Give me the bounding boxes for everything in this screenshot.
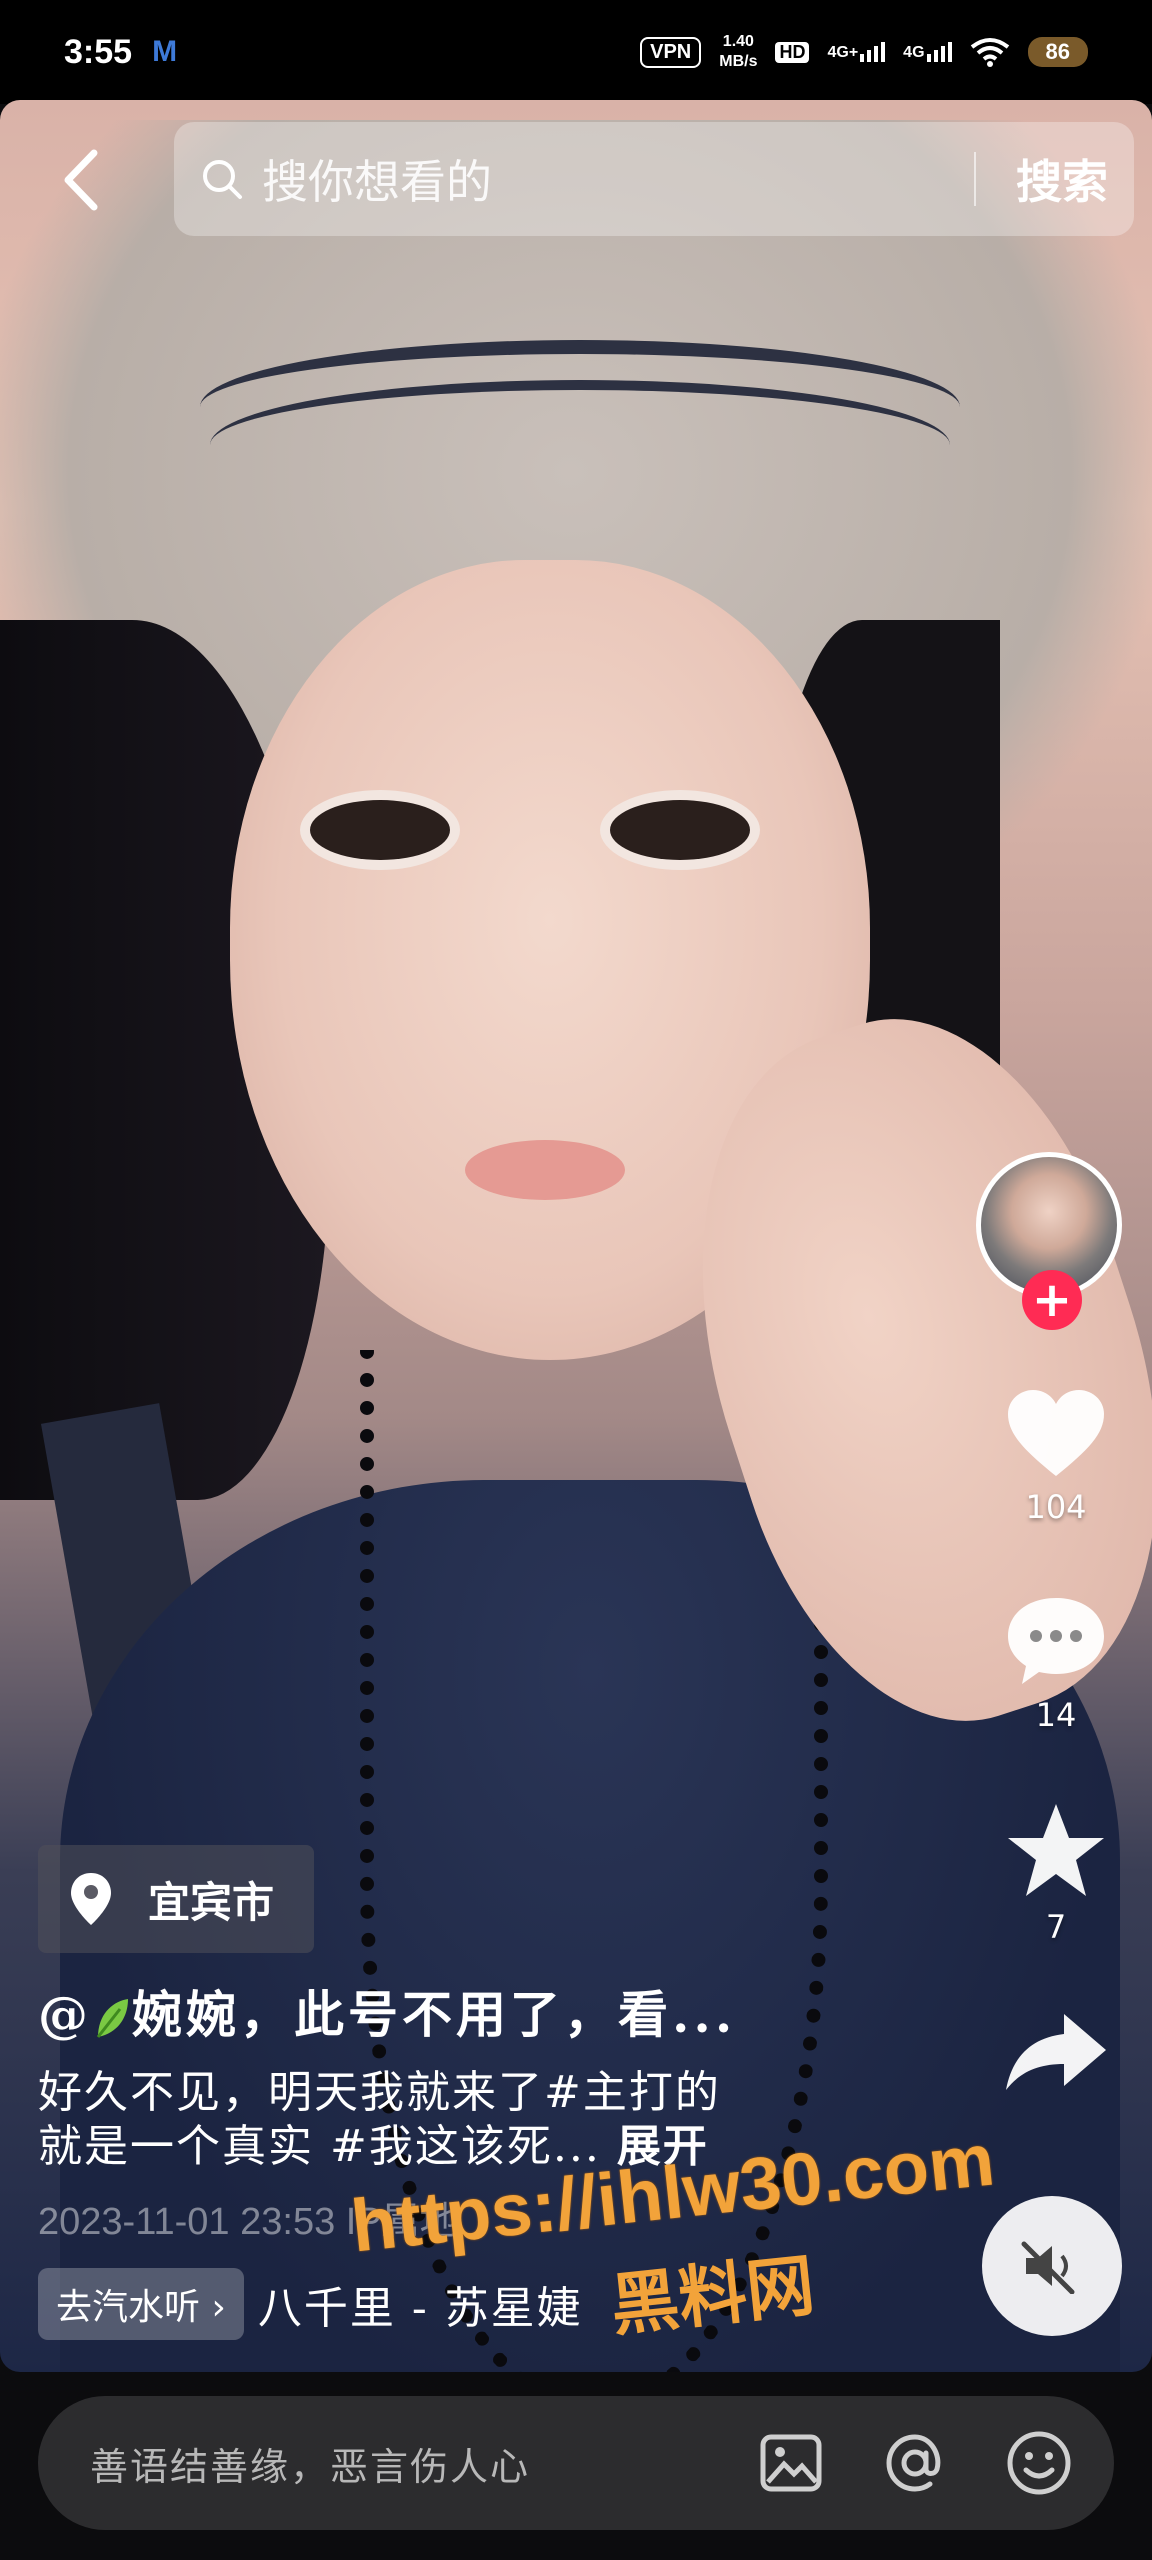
back-button[interactable] (50, 140, 110, 220)
mention-button[interactable] (880, 2428, 950, 2498)
comment-count: 14 (1035, 1696, 1077, 1734)
description-line-1: 好久不见，明天我就来了#主打的 (38, 2067, 721, 2118)
favorite-count: 7 (1045, 1908, 1067, 1946)
music-title: 八千里 - 苏星婕 (257, 2283, 583, 2334)
battery-indicator: 86 (1027, 37, 1088, 67)
wifi-icon (970, 38, 1009, 67)
author-name[interactable]: @ 婉婉，此号不用了，看... (38, 1975, 736, 2047)
status-time: 3:55 (64, 32, 133, 71)
location-pin-icon (71, 1873, 111, 1925)
comment-input-bar[interactable]: 善语结善缘，恶言伤人心 (38, 2396, 1114, 2530)
share-button[interactable] (996, 2010, 1116, 2094)
location-tag[interactable]: 宜宾市 (38, 1845, 315, 1953)
search-input[interactable]: 搜你想看的 (262, 146, 974, 212)
search-button[interactable]: 搜索 (1016, 146, 1108, 212)
leaf-icon (96, 1999, 128, 2038)
hd-icon: HD (775, 41, 810, 63)
like-button[interactable]: 104 (996, 1386, 1116, 1526)
emoji-button[interactable] (1004, 2428, 1074, 2498)
star-icon (1008, 1804, 1104, 1896)
like-count: 104 (1025, 1488, 1087, 1526)
share-arrow-icon (1006, 2014, 1106, 2090)
author-name-text: 婉婉，此号不用了，看... (132, 1985, 737, 2044)
smiley-icon (1007, 2431, 1071, 2495)
image-picker-button[interactable] (756, 2428, 826, 2498)
search-icon (203, 160, 242, 199)
follow-button[interactable]: + (1022, 1270, 1082, 1330)
image-icon (760, 2434, 822, 2492)
comment-bubble-icon (1008, 1598, 1104, 1684)
mute-button[interactable] (982, 2196, 1122, 2336)
vpn-icon: VPN (640, 36, 702, 68)
network-speed: 1.40 MB/s (719, 33, 758, 70)
speaker-muted-icon (1021, 2241, 1075, 2294)
signal-4g-plus-icon: 4G+ (827, 42, 886, 62)
watermark-name: 黑料网 (607, 2246, 819, 2347)
heart-icon (1008, 1390, 1104, 1476)
music-row[interactable]: 去汽水听 › 八千里 - 苏星婕 (38, 2268, 583, 2340)
location-name: 宜宾市 (148, 1877, 275, 1927)
app-notification-icon: M (152, 35, 178, 68)
plus-icon: + (1031, 1272, 1073, 1328)
description-line-2: 就是一个真实 #我这该死... (38, 2121, 601, 2172)
author-at-prefix: @ (38, 1985, 92, 2044)
favorite-button[interactable]: 7 (996, 1800, 1116, 1946)
search-bar[interactable]: 搜你想看的 搜索 (174, 122, 1134, 236)
comment-input[interactable]: 善语结善缘，恶言伤人心 (90, 2436, 702, 2491)
at-icon (886, 2434, 941, 2492)
signal-4g-icon: 4G (903, 42, 952, 62)
comment-button[interactable]: 14 (996, 1592, 1116, 1734)
search-divider (974, 152, 976, 206)
open-in-qishui-button[interactable]: 去汽水听 › (38, 2268, 244, 2340)
back-arrow-icon (64, 149, 98, 211)
status-bar: 3:55 M VPN 1.40 MB/s HD 4G+ 4G 86 (0, 0, 1152, 104)
